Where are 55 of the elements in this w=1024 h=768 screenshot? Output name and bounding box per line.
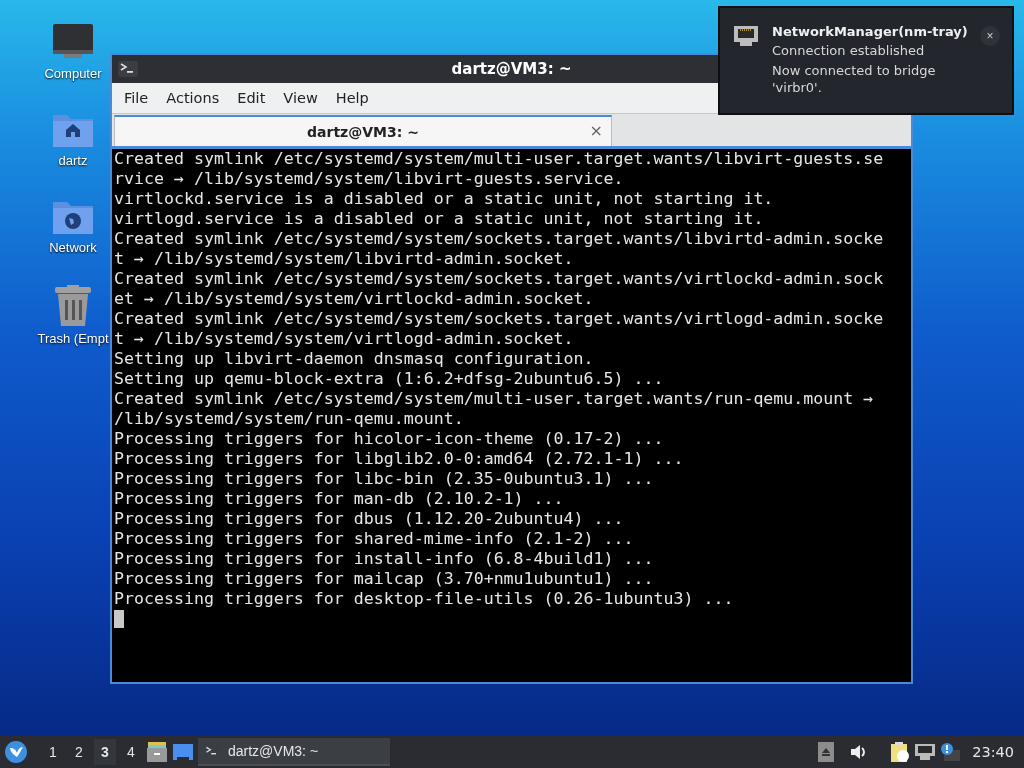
taskbar-task[interactable]: dartz@VM3: ~ bbox=[198, 738, 390, 766]
terminal-line: Processing triggers for install-info (6.8-4build1) ... bbox=[114, 549, 655, 569]
close-button[interactable]: × bbox=[980, 26, 1000, 46]
window-title: dartz@VM3: ~ bbox=[451, 60, 572, 78]
file-cabinet-icon[interactable] bbox=[146, 741, 168, 763]
start-menu-icon[interactable] bbox=[4, 740, 28, 764]
clipboard-icon[interactable] bbox=[890, 741, 911, 763]
terminal-line: virtlockd.service is a disabled or a static unit, not starting it. bbox=[114, 189, 775, 209]
terminal-line: Setting up libvirt-daemon dnsmasq configuration. bbox=[114, 349, 595, 369]
desktop-icon-label[interactable]: Trash (Empt bbox=[37, 331, 109, 346]
desktop-icon-label[interactable]: Network bbox=[49, 240, 97, 255]
terminal-line: Created symlink /etc/systemd/system/multi-user.target.wants/libvirt-guests.se bbox=[114, 149, 885, 169]
terminal-line: Processing triggers for shared-mime-info (2.1-2) ... bbox=[114, 529, 635, 549]
terminal-line: Processing triggers for libc-bin (2.35-0ubuntu3.1) ... bbox=[114, 469, 655, 489]
terminal-line: Processing triggers for mailcap (3.70+nmu1ubuntu1) ... bbox=[114, 569, 655, 589]
terminal-line: Processing triggers for dbus (1.12.20-2ubuntu4) ... bbox=[114, 509, 625, 529]
clock[interactable]: 23:40 bbox=[972, 744, 1014, 760]
terminal-line: et → /lib/systemd/system/virtlockd-admin.socket. bbox=[114, 289, 595, 309]
menu-item[interactable]: View bbox=[275, 86, 326, 110]
notification-title: NetworkManager(nm-tray) bbox=[772, 24, 969, 39]
trash-icon[interactable] bbox=[53, 285, 93, 327]
terminal-line: Setting up qemu-block-extra (1:6.2+dfsg-2ubuntu6.5) ... bbox=[114, 369, 665, 389]
eject-icon[interactable] bbox=[818, 742, 835, 762]
terminal-line: /lib/systemd/system/run-qemu.mount. bbox=[114, 409, 465, 429]
desktop-icon[interactable] bbox=[172, 742, 194, 762]
terminal-line: Processing triggers for libglib2.0-0:amd64 (2.72.1-1) ... bbox=[114, 449, 685, 469]
terminal-cursor bbox=[114, 610, 124, 628]
workspace-button[interactable]: 1 bbox=[42, 739, 64, 765]
terminal-line: t → /lib/systemd/system/virtlogd-admin.socket. bbox=[114, 329, 575, 349]
terminal-line: Created symlink /etc/systemd/system/sockets.target.wants/virtlogd-admin.socke bbox=[114, 309, 885, 329]
menu-item[interactable]: Help bbox=[327, 86, 377, 110]
terminal-tab[interactable]: dartz@VM3: ~ × bbox=[114, 115, 612, 146]
menu-item[interactable]: File bbox=[116, 86, 157, 110]
ethernet-port-icon bbox=[732, 24, 760, 48]
notification-body: Now connected to bridge 'virbr0'. bbox=[772, 62, 937, 96]
terminal-line: virtlogd.service is a disabled or a static unit, not starting it. bbox=[114, 209, 765, 229]
ethernet-port-icon[interactable] bbox=[914, 742, 937, 762]
notification-summary: Connection established bbox=[772, 42, 926, 59]
menu-item[interactable]: Actions bbox=[158, 86, 228, 110]
terminal-line: rvice → /lib/systemd/system/libvirt-guests.service. bbox=[114, 169, 625, 189]
terminal-line: t → /lib/systemd/system/libvirtd-admin.socket. bbox=[114, 249, 575, 269]
close-icon[interactable]: × bbox=[589, 121, 603, 140]
terminal-line: Processing triggers for man-db (2.10.2-1) ... bbox=[114, 489, 565, 509]
terminal-line: Processing triggers for hicolor-icon-theme (0.17-2) ... bbox=[114, 429, 665, 449]
workspace-button[interactable]: 2 bbox=[68, 739, 90, 765]
terminal-line: Processing triggers for desktop-file-utils (0.26-1ubuntu3) ... bbox=[114, 589, 735, 609]
workspace-button[interactable]: 3 bbox=[94, 739, 116, 765]
update-notice-icon[interactable] bbox=[940, 742, 961, 762]
workspace-button[interactable]: 4 bbox=[120, 739, 142, 765]
desktop-icon-label[interactable]: dartz bbox=[58, 153, 88, 168]
terminal-line: Created symlink /etc/systemd/system/multi-user.target.wants/run-qemu.mount → bbox=[114, 389, 875, 409]
terminal-line: Created symlink /etc/systemd/system/sockets.target.wants/virtlockd-admin.sock bbox=[114, 269, 885, 289]
terminal-icon bbox=[118, 61, 138, 77]
terminal-line: Created symlink /etc/systemd/system/sockets.target.wants/libvirtd-admin.socke bbox=[114, 229, 885, 249]
menu-item[interactable]: Edit bbox=[229, 86, 274, 110]
